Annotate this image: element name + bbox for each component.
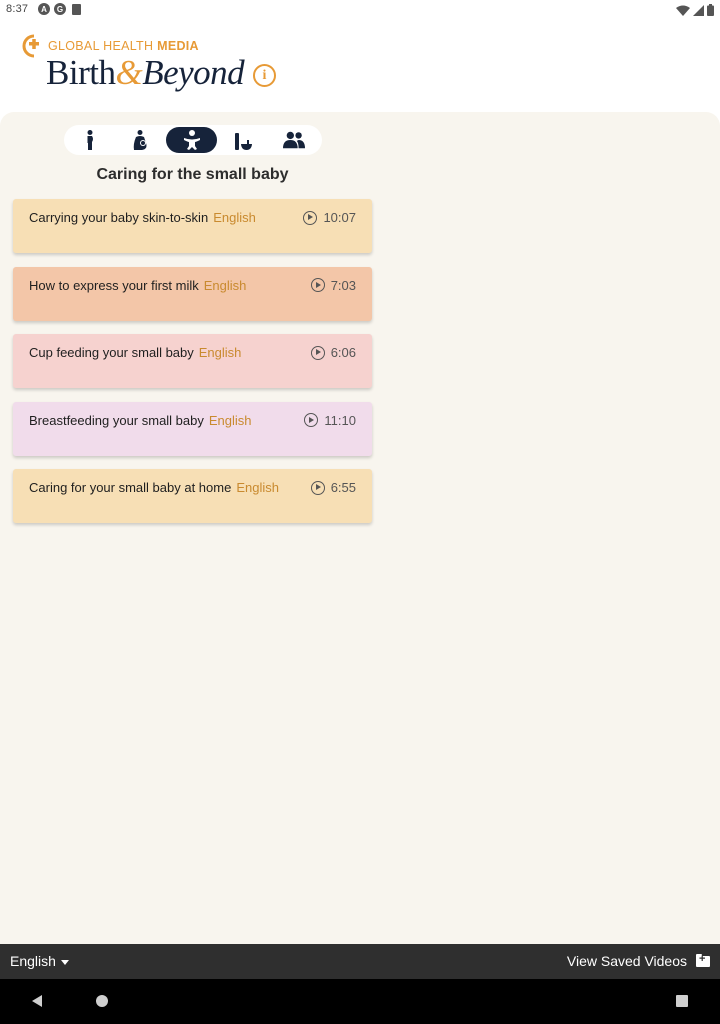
system-icons — [676, 4, 714, 16]
system-nav-bar — [0, 979, 720, 1024]
video-card[interactable]: Cup feeding your small baby English 6:06 — [13, 334, 372, 388]
signal-icon — [693, 4, 704, 16]
video-title: Caring for your small baby at home — [29, 480, 232, 495]
video-language: English — [213, 210, 256, 225]
video-duration: 7:03 — [330, 277, 356, 293]
baby-icon — [183, 130, 200, 150]
caret-down-icon — [60, 959, 69, 965]
notification-icons: A G — [38, 3, 81, 15]
section-title: Caring for the small baby — [96, 166, 289, 183]
people-icon — [282, 131, 305, 149]
video-title-row: Carrying your baby skin-to-skin English — [29, 210, 256, 225]
tab-newborn-care[interactable] — [217, 127, 268, 153]
video-duration: 6:06 — [330, 345, 356, 360]
bottom-bar: English View Saved Videos — [0, 944, 720, 979]
video-duration: 10:07 — [323, 210, 356, 225]
tab-breastfeeding[interactable] — [115, 127, 166, 153]
recent-apps-icon[interactable] — [676, 995, 688, 1007]
video-title-row: How to express your first milk English — [29, 278, 246, 293]
video-list: Carrying your baby skin-to-skin English 10… — [13, 199, 372, 537]
tab-small-baby[interactable] — [166, 127, 217, 153]
video-language: English — [208, 412, 252, 428]
tab-pregnancy[interactable] — [64, 127, 115, 153]
video-card[interactable]: Breastfeeding your small baby English 11:1… — [13, 401, 372, 456]
mother-baby-icon — [133, 130, 146, 150]
view-saved-videos-button[interactable]: View Saved Videos — [567, 953, 710, 969]
wifi-icon — [676, 5, 690, 16]
sd-card-icon — [72, 4, 81, 15]
app-header: GLOBAL HEALTH MEDIA Birth&Beyond i — [0, 20, 720, 112]
home-icon[interactable] — [96, 995, 108, 1007]
play-icon — [303, 210, 318, 225]
category-tabs — [64, 125, 322, 155]
back-icon[interactable] — [32, 995, 42, 1007]
video-duration-row: 7:03 — [310, 277, 356, 293]
video-language: English — [236, 480, 279, 495]
video-duration: 11:10 — [324, 412, 356, 428]
video-title: Cup feeding your small baby — [29, 345, 194, 360]
video-language: English — [203, 277, 247, 293]
brand-prefix: GLOBAL HEALTH — [48, 39, 154, 53]
info-button[interactable]: i — [253, 64, 276, 87]
video-title: Carrying your baby skin-to-skin — [29, 210, 209, 225]
info-icon: i — [262, 67, 267, 83]
play-icon — [310, 345, 325, 360]
play-icon — [310, 278, 325, 292]
a-circle-icon: A — [38, 3, 50, 15]
pregnant-woman-icon — [87, 130, 93, 150]
brand-publisher: GLOBAL HEALTH MEDIA — [48, 39, 199, 53]
app-title-ampersand: & — [115, 53, 143, 92]
status-time: 8:37 — [6, 3, 29, 15]
video-title-row: Caring for your small baby at home Englis… — [29, 480, 279, 495]
video-duration-row: 11:10 — [304, 413, 356, 428]
bottle-bowl-icon — [234, 133, 252, 150]
play-icon — [304, 413, 319, 427]
g-circle-icon: G — [54, 3, 66, 15]
video-title: How to express your first milk — [29, 277, 199, 293]
language-selector[interactable]: English — [10, 953, 69, 969]
app-title-beyond: Beyond — [142, 53, 245, 92]
global-health-media-logo-icon — [22, 34, 39, 58]
app-title: Birth&Beyond — [46, 53, 245, 93]
folder-add-icon — [696, 953, 710, 967]
tab-family[interactable] — [268, 127, 319, 153]
video-card[interactable]: How to express your first milk English 7:0… — [13, 266, 372, 321]
view-saved-videos-label: View Saved Videos — [566, 953, 687, 969]
video-card[interactable]: Carrying your baby skin-to-skin English 10… — [13, 199, 372, 253]
play-icon — [310, 480, 325, 495]
video-title: Breastfeeding your small baby — [29, 412, 204, 428]
video-card[interactable]: Caring for your small baby at home Englis… — [13, 469, 372, 523]
video-title-row: Breastfeeding your small baby English — [29, 413, 252, 428]
video-duration-row: 6:06 — [310, 345, 356, 360]
video-duration-row: 6:55 — [310, 480, 356, 495]
language-label: English — [10, 953, 56, 969]
brand-suffix: MEDIA — [157, 39, 199, 53]
video-duration-row: 10:07 — [303, 210, 356, 225]
status-bar: 8:37 A G — [0, 0, 720, 20]
video-language: English — [198, 345, 242, 360]
app-title-birth: Birth — [46, 53, 116, 92]
main-content: Caring for the small baby Carrying your … — [0, 112, 720, 944]
battery-icon — [707, 4, 714, 16]
video-duration: 6:55 — [330, 480, 356, 495]
video-title-row: Cup feeding your small baby English — [29, 345, 241, 360]
